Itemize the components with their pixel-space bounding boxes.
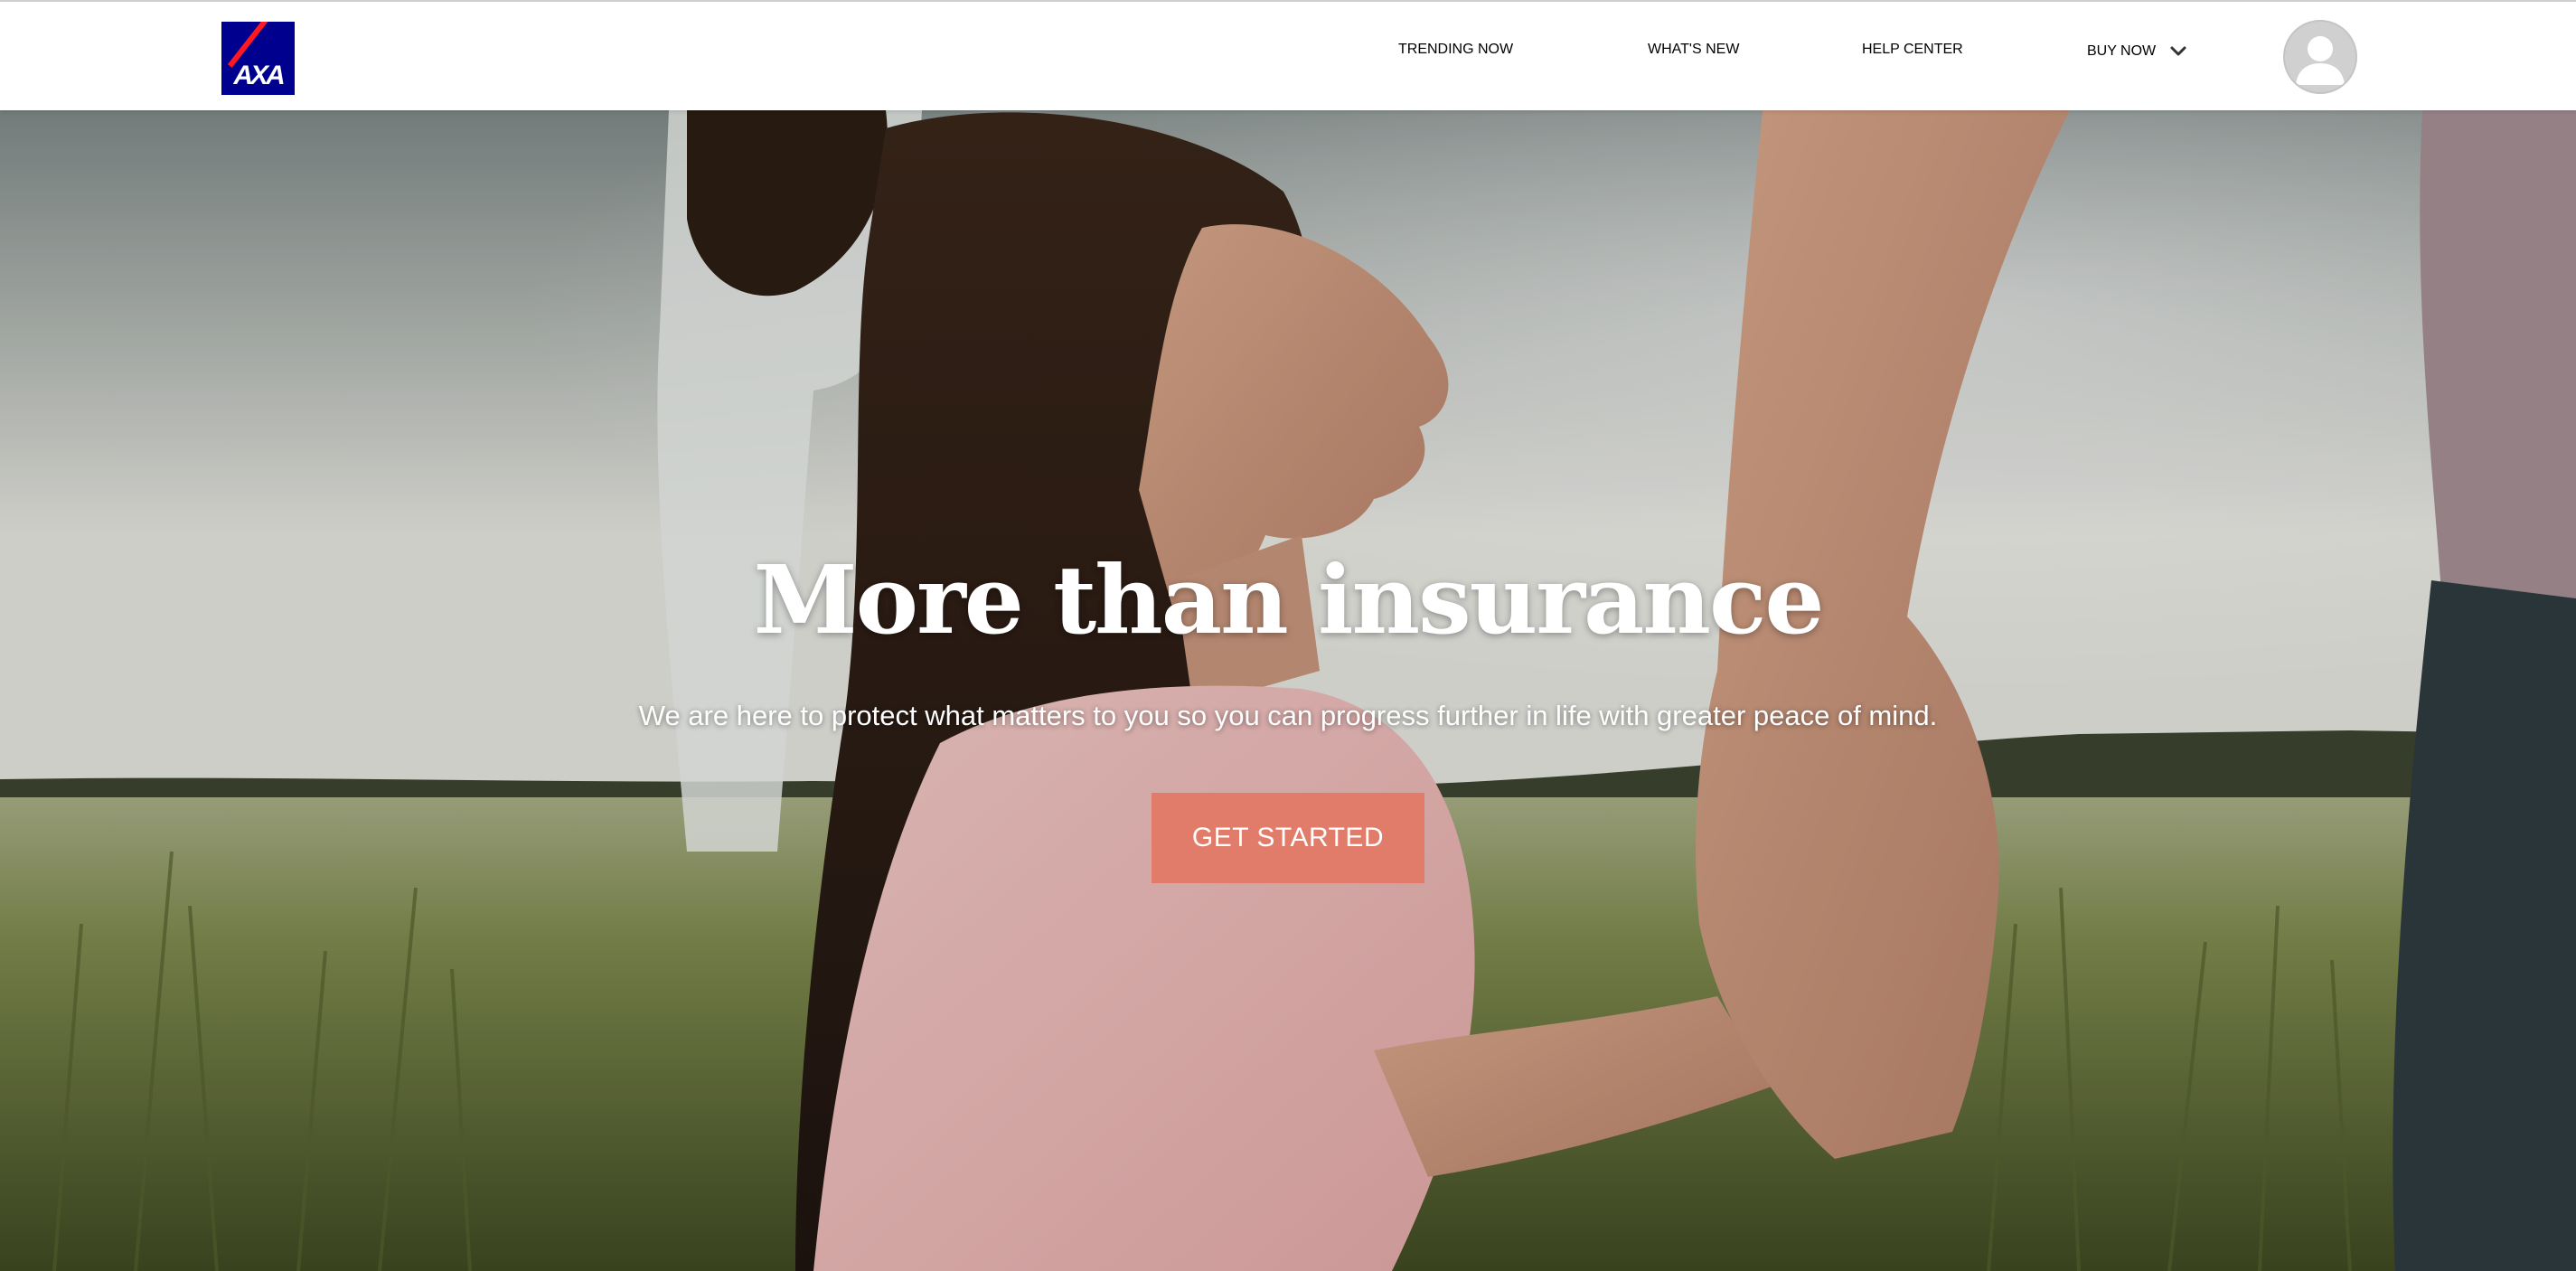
user-avatar-icon[interactable] xyxy=(2283,20,2357,94)
nav-trending-now-label: TRENDING NOW xyxy=(1398,42,1514,57)
top-navigation-bar: AXA TRENDING NOW WHAT'S NEW HELP CENTER … xyxy=(0,0,2576,110)
nav-help-center[interactable]: HELP CENTER xyxy=(1862,42,1963,58)
chevron-down-icon xyxy=(2170,46,2186,56)
nav-trending-now[interactable]: TRENDING NOW xyxy=(1398,42,1513,58)
axa-logo[interactable]: AXA xyxy=(221,22,295,95)
hero-banner: More than insurance We are here to prote… xyxy=(0,110,2576,1271)
hero-overlay xyxy=(0,110,2576,1271)
nav-buy-now-label: BUY NOW xyxy=(2087,43,2157,59)
user-silhouette-icon xyxy=(2296,36,2345,85)
get-started-button[interactable]: GET STARTED xyxy=(1152,793,1424,883)
logo-wordmark: AXA xyxy=(233,61,285,90)
nav-buy-now-dropdown[interactable]: BUY NOW xyxy=(2087,42,2188,61)
hero-title: More than insurance xyxy=(753,544,1824,655)
nav-whats-new-label: WHAT'S NEW xyxy=(1648,42,1740,57)
nav-whats-new[interactable]: WHAT'S NEW xyxy=(1648,42,1739,58)
hero-subtitle: We are here to protect what matters to y… xyxy=(638,700,1938,731)
page: AXA TRENDING NOW WHAT'S NEW HELP CENTER … xyxy=(0,0,2576,1271)
nav-help-center-label: HELP CENTER xyxy=(1862,42,1963,57)
